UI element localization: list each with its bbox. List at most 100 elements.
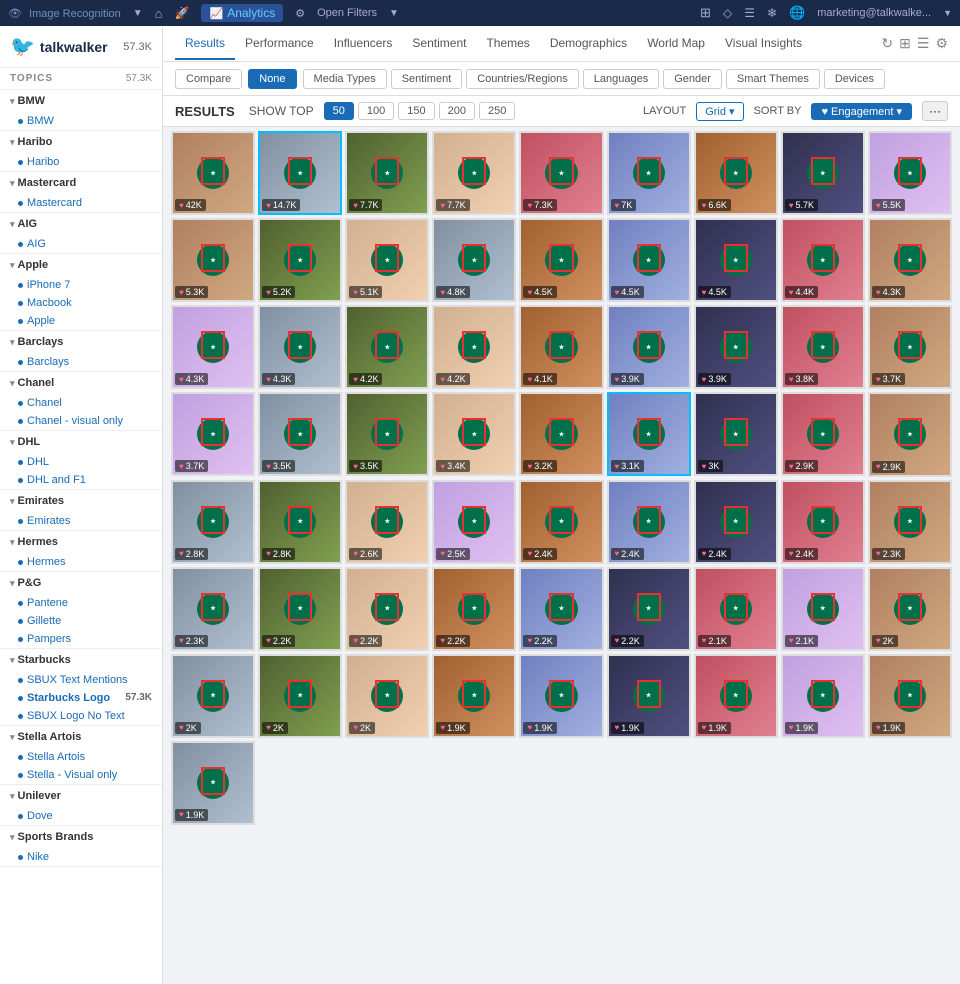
image-cell-49[interactable]: ★ ♥ 2.2K bbox=[519, 567, 603, 651]
sort-engagement-button[interactable]: ♥ Engagement ▾ bbox=[811, 103, 912, 120]
topic-item-stella-artois[interactable]: Stella Artois bbox=[0, 748, 162, 766]
subnav-item-influencers[interactable]: Influencers bbox=[324, 28, 403, 60]
count-200-button[interactable]: 200 bbox=[439, 102, 475, 120]
settings-icon[interactable]: ⚙ bbox=[935, 35, 948, 52]
document-icon[interactable]: ☰ bbox=[744, 6, 755, 20]
image-cell-21[interactable]: ★ ♥ 4.2K bbox=[432, 305, 516, 389]
topic-group-unilever[interactable]: ▾ Unilever bbox=[0, 785, 162, 807]
topic-group-aig[interactable]: ▾ AIG bbox=[0, 213, 162, 235]
topic-item-pantene[interactable]: Pantene bbox=[0, 594, 162, 612]
image-cell-10[interactable]: ★ ♥ 5.2K bbox=[258, 218, 342, 302]
image-cell-23[interactable]: ★ ♥ 3.9K bbox=[607, 305, 691, 389]
topic-group-emirates[interactable]: ▾ Emirates bbox=[0, 490, 162, 512]
image-cell-61[interactable]: ★ ♥ 1.9K bbox=[781, 654, 865, 738]
image-cell-46[interactable]: ★ ♥ 2.2K bbox=[258, 567, 342, 651]
topic-item-aig[interactable]: AIG bbox=[0, 235, 162, 253]
filter-sentiment-button[interactable]: Sentiment bbox=[391, 69, 463, 89]
image-cell-58[interactable]: ★ ♥ 1.9K bbox=[519, 654, 603, 738]
image-cell-17[interactable]: ★ ♥ 4.3K bbox=[868, 218, 952, 302]
topic-group-dhl[interactable]: ▾ DHL bbox=[0, 431, 162, 453]
topic-item-emirates[interactable]: Emirates bbox=[0, 512, 162, 530]
image-cell-59[interactable]: ★ ♥ 1.9K bbox=[607, 654, 691, 738]
topic-item-starbucks-logo[interactable]: Starbucks Logo57.3K bbox=[0, 689, 162, 707]
topic-item-chanel[interactable]: Chanel bbox=[0, 394, 162, 412]
count-150-button[interactable]: 150 bbox=[398, 102, 434, 120]
count-100-button[interactable]: 100 bbox=[358, 102, 394, 120]
topic-item-apple[interactable]: Apple bbox=[0, 312, 162, 330]
image-cell-8[interactable]: ★ ♥ 5.5K bbox=[868, 131, 952, 215]
rocket-icon[interactable]: 🚀 bbox=[175, 6, 190, 20]
topic-group-sports-brands[interactable]: ▾ Sports Brands bbox=[0, 826, 162, 848]
image-cell-53[interactable]: ★ ♥ 2K bbox=[868, 567, 952, 651]
topic-item-pampers[interactable]: Pampers bbox=[0, 630, 162, 648]
image-cell-14[interactable]: ★ ♥ 4.5K bbox=[607, 218, 691, 302]
image-cell-7[interactable]: ★ ♥ 5.7K bbox=[781, 131, 865, 215]
topic-group-stella-artois[interactable]: ▾ Stella Artois bbox=[0, 726, 162, 748]
analytics-tab[interactable]: 📈 Analytics bbox=[201, 4, 283, 22]
topic-item-sbux-logo-no-text[interactable]: SBUX Logo No Text bbox=[0, 707, 162, 725]
topic-item-stella---visual-only[interactable]: Stella - Visual only bbox=[0, 766, 162, 784]
image-cell-9[interactable]: ★ ♥ 5.3K bbox=[171, 218, 255, 302]
grid-icon[interactable]: ⊞ bbox=[899, 35, 911, 52]
topic-item-dove[interactable]: Dove bbox=[0, 807, 162, 825]
image-cell-12[interactable]: ★ ♥ 4.8K bbox=[432, 218, 516, 302]
image-cell-2[interactable]: ★ ♥ 7.7K bbox=[345, 131, 429, 215]
image-cell-57[interactable]: ★ ♥ 1.9K bbox=[432, 654, 516, 738]
topic-item-hermes[interactable]: Hermes bbox=[0, 553, 162, 571]
image-cell-5[interactable]: ★ ♥ 7K bbox=[607, 131, 691, 215]
diamond-icon[interactable]: ◇ bbox=[723, 6, 732, 20]
image-cell-11[interactable]: ★ ♥ 5.1K bbox=[345, 218, 429, 302]
image-cell-42[interactable]: ★ ♥ 2.4K bbox=[694, 480, 778, 564]
image-cell-27[interactable]: ★ ♥ 3.7K bbox=[171, 392, 255, 476]
image-cell-44[interactable]: ★ ♥ 2.3K bbox=[868, 480, 952, 564]
compare-button[interactable]: Compare bbox=[175, 69, 242, 89]
filter-gender-button[interactable]: Gender bbox=[663, 69, 722, 89]
image-cell-51[interactable]: ★ ♥ 2.1K bbox=[694, 567, 778, 651]
image-cell-32[interactable]: ★ ♥ 3.1K bbox=[607, 392, 691, 476]
snowflake-icon[interactable]: ❄ bbox=[767, 6, 777, 20]
topic-group-apple[interactable]: ▾ Apple bbox=[0, 254, 162, 276]
image-cell-20[interactable]: ★ ♥ 4.2K bbox=[345, 305, 429, 389]
image-cell-13[interactable]: ★ ♥ 4.5K bbox=[519, 218, 603, 302]
topic-group-starbucks[interactable]: ▾ Starbucks bbox=[0, 649, 162, 671]
image-cell-30[interactable]: ★ ♥ 3.4K bbox=[432, 392, 516, 476]
home-icon[interactable]: ⌂ bbox=[155, 6, 163, 21]
image-cell-60[interactable]: ★ ♥ 1.9K bbox=[694, 654, 778, 738]
image-cell-4[interactable]: ★ ♥ 7.3K bbox=[519, 131, 603, 215]
image-cell-34[interactable]: ★ ♥ 2.9K bbox=[781, 392, 865, 476]
image-cell-56[interactable]: ★ ♥ 2K bbox=[345, 654, 429, 738]
filter-devices-button[interactable]: Devices bbox=[824, 69, 885, 89]
image-cell-26[interactable]: ★ ♥ 3.7K bbox=[868, 305, 952, 389]
image-cell-29[interactable]: ★ ♥ 3.5K bbox=[345, 392, 429, 476]
topic-item-barclays[interactable]: Barclays bbox=[0, 353, 162, 371]
subnav-item-results[interactable]: Results bbox=[175, 28, 235, 60]
image-cell-35[interactable]: ★ ♥ 2.9K bbox=[868, 392, 952, 476]
grid-view-icon[interactable]: ⊞ bbox=[700, 5, 711, 21]
topic-item-haribo[interactable]: Haribo bbox=[0, 153, 162, 171]
filter-media-types-button[interactable]: Media Types bbox=[303, 69, 387, 89]
image-cell-62[interactable]: ★ ♥ 1.9K bbox=[868, 654, 952, 738]
image-cell-38[interactable]: ★ ♥ 2.6K bbox=[345, 480, 429, 564]
topic-item-gillette[interactable]: Gillette bbox=[0, 612, 162, 630]
filter-smart-themes-button[interactable]: Smart Themes bbox=[726, 69, 820, 89]
subnav-item-world-map[interactable]: World Map bbox=[637, 28, 715, 60]
image-cell-43[interactable]: ★ ♥ 2.4K bbox=[781, 480, 865, 564]
more-options-button[interactable]: ··· bbox=[922, 101, 948, 121]
count-250-button[interactable]: 250 bbox=[479, 102, 515, 120]
image-cell-48[interactable]: ★ ♥ 2.2K bbox=[432, 567, 516, 651]
grid-layout-button[interactable]: Grid ▾ bbox=[696, 102, 743, 121]
filter-countries-regions-button[interactable]: Countries/Regions bbox=[466, 69, 579, 89]
user-dropdown-icon[interactable]: ▼ bbox=[943, 8, 952, 18]
topic-group-hermes[interactable]: ▾ Hermes bbox=[0, 531, 162, 553]
subnav-item-performance[interactable]: Performance bbox=[235, 28, 324, 60]
image-cell-1[interactable]: ★ ♥ 14.7K bbox=[258, 131, 342, 215]
image-cell-63[interactable]: ★ ♥ 1.9K bbox=[171, 741, 255, 825]
dropdown-arrow-icon[interactable]: ▼ bbox=[133, 8, 143, 19]
topic-group-bmw[interactable]: ▾ BMW bbox=[0, 90, 162, 112]
image-cell-3[interactable]: ★ ♥ 7.7K bbox=[432, 131, 516, 215]
count-50-button[interactable]: 50 bbox=[324, 102, 354, 120]
topic-item-mastercard[interactable]: Mastercard bbox=[0, 194, 162, 212]
filter-icon[interactable]: ⚙ bbox=[295, 7, 305, 20]
image-cell-37[interactable]: ★ ♥ 2.8K bbox=[258, 480, 342, 564]
topic-item-chanel---visual-only[interactable]: Chanel - visual only bbox=[0, 412, 162, 430]
